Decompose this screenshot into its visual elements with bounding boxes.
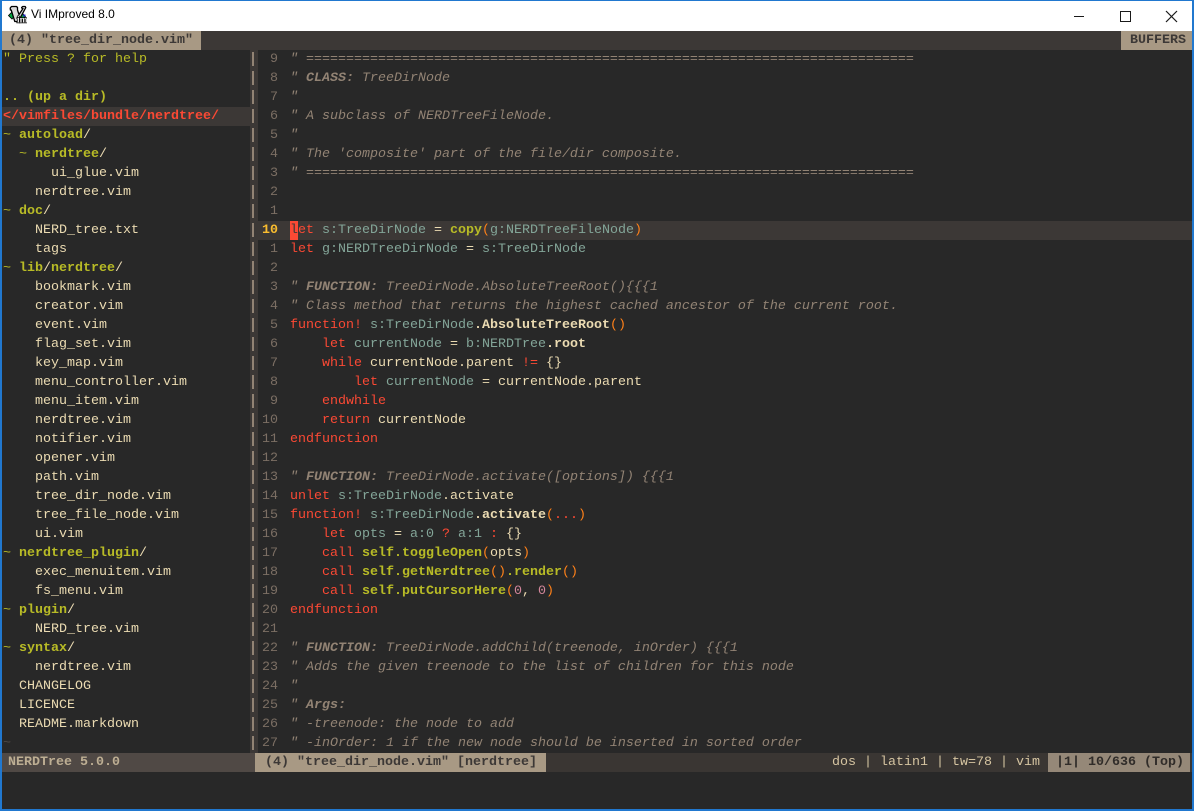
svg-text:im: im [17, 16, 27, 25]
